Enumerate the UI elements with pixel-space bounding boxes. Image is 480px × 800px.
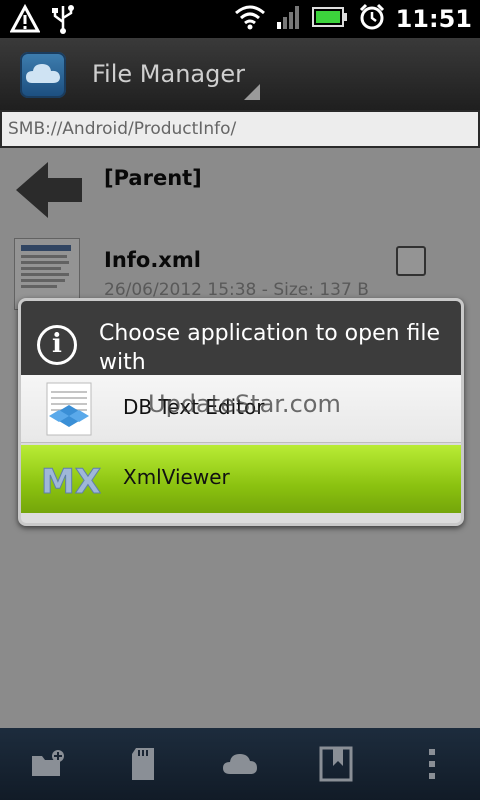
option-xmlviewer[interactable]: MXL XmlViewer	[21, 445, 461, 513]
overflow-menu-icon[interactable]	[405, 737, 459, 791]
dialog-header: i Choose application to open file with	[21, 301, 461, 375]
signal-icon	[276, 4, 302, 34]
db-text-editor-icon	[41, 381, 97, 437]
path-bar[interactable]: SMB://Android/ProductInfo/	[0, 110, 480, 148]
option-label: XmlViewer	[123, 465, 230, 489]
action-bar: File Manager	[0, 38, 480, 110]
new-folder-icon[interactable]	[21, 737, 75, 791]
path-text: SMB://Android/ProductInfo/	[8, 119, 237, 139]
bookmark-icon[interactable]	[309, 737, 363, 791]
cloud-icon[interactable]	[213, 737, 267, 791]
svg-text:MXL: MXL	[41, 462, 101, 502]
dialog-title: Choose application to open file with	[99, 321, 441, 375]
cloud-app-icon[interactable]	[20, 52, 66, 98]
sd-card-icon[interactable]	[117, 737, 171, 791]
warning-icon	[9, 3, 41, 38]
wifi-icon	[234, 4, 266, 34]
usb-icon	[50, 4, 76, 38]
battery-icon	[311, 6, 348, 32]
clock: 11:51	[395, 5, 472, 33]
app-title[interactable]: File Manager	[92, 60, 245, 88]
alarm-icon	[358, 3, 386, 35]
bottom-toolbar	[0, 728, 480, 800]
xml-viewer-icon: MXL	[41, 451, 124, 507]
dropdown-indicator-icon	[244, 84, 260, 100]
info-icon: i	[37, 325, 77, 365]
status-bar: 11:51	[0, 0, 480, 38]
watermark-text: UpdateStar.com	[148, 390, 341, 418]
